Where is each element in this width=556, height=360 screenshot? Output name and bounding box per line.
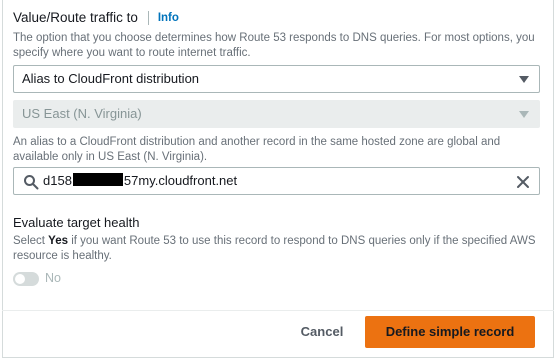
search-value-suffix: 57my.cloudfront.net <box>123 173 238 188</box>
field-label: Value/Route traffic to <box>13 10 138 25</box>
region-select-value: US East (N. Virginia) <box>22 106 142 121</box>
info-link[interactable]: Info <box>158 12 179 24</box>
toggle-knob <box>15 274 25 284</box>
evaluate-desc-prefix: Select <box>13 235 49 247</box>
distribution-search-input[interactable]: d158 57my.cloudfront.net <box>13 167 540 195</box>
redaction-block <box>72 173 123 186</box>
evaluate-desc-suffix: if you want Route 53 to use this record … <box>13 235 536 262</box>
region-select: US East (N. Virginia) <box>13 100 540 128</box>
evaluate-health-title: Evaluate target health <box>13 215 140 230</box>
caret-down-icon <box>519 111 529 118</box>
evaluate-health-description: Select Yes if you want Route 53 to use t… <box>13 234 541 264</box>
toggle-label: No <box>45 271 61 285</box>
search-value: d158 57my.cloudfront.net <box>43 168 237 194</box>
field-label-row: Value/Route traffic to Info <box>13 10 179 25</box>
evaluate-health-toggle <box>13 272 39 286</box>
endpoint-select[interactable]: Alias to CloudFront distribution <box>13 65 540 93</box>
search-icon <box>24 175 39 190</box>
close-icon[interactable] <box>516 175 530 189</box>
field-description: The option that you choose determines ho… <box>13 32 535 59</box>
search-value-prefix: d158 <box>43 173 72 188</box>
define-simple-record-button[interactable]: Define simple record <box>365 316 535 348</box>
label-divider <box>147 10 149 25</box>
footer-divider <box>2 310 554 311</box>
alias-note: An alias to a CloudFront distribution an… <box>13 136 501 163</box>
cancel-button[interactable]: Cancel <box>282 316 362 348</box>
caret-down-icon <box>519 76 529 83</box>
evaluate-desc-bold: Yes <box>48 235 68 247</box>
endpoint-select-value: Alias to CloudFront distribution <box>22 71 200 86</box>
